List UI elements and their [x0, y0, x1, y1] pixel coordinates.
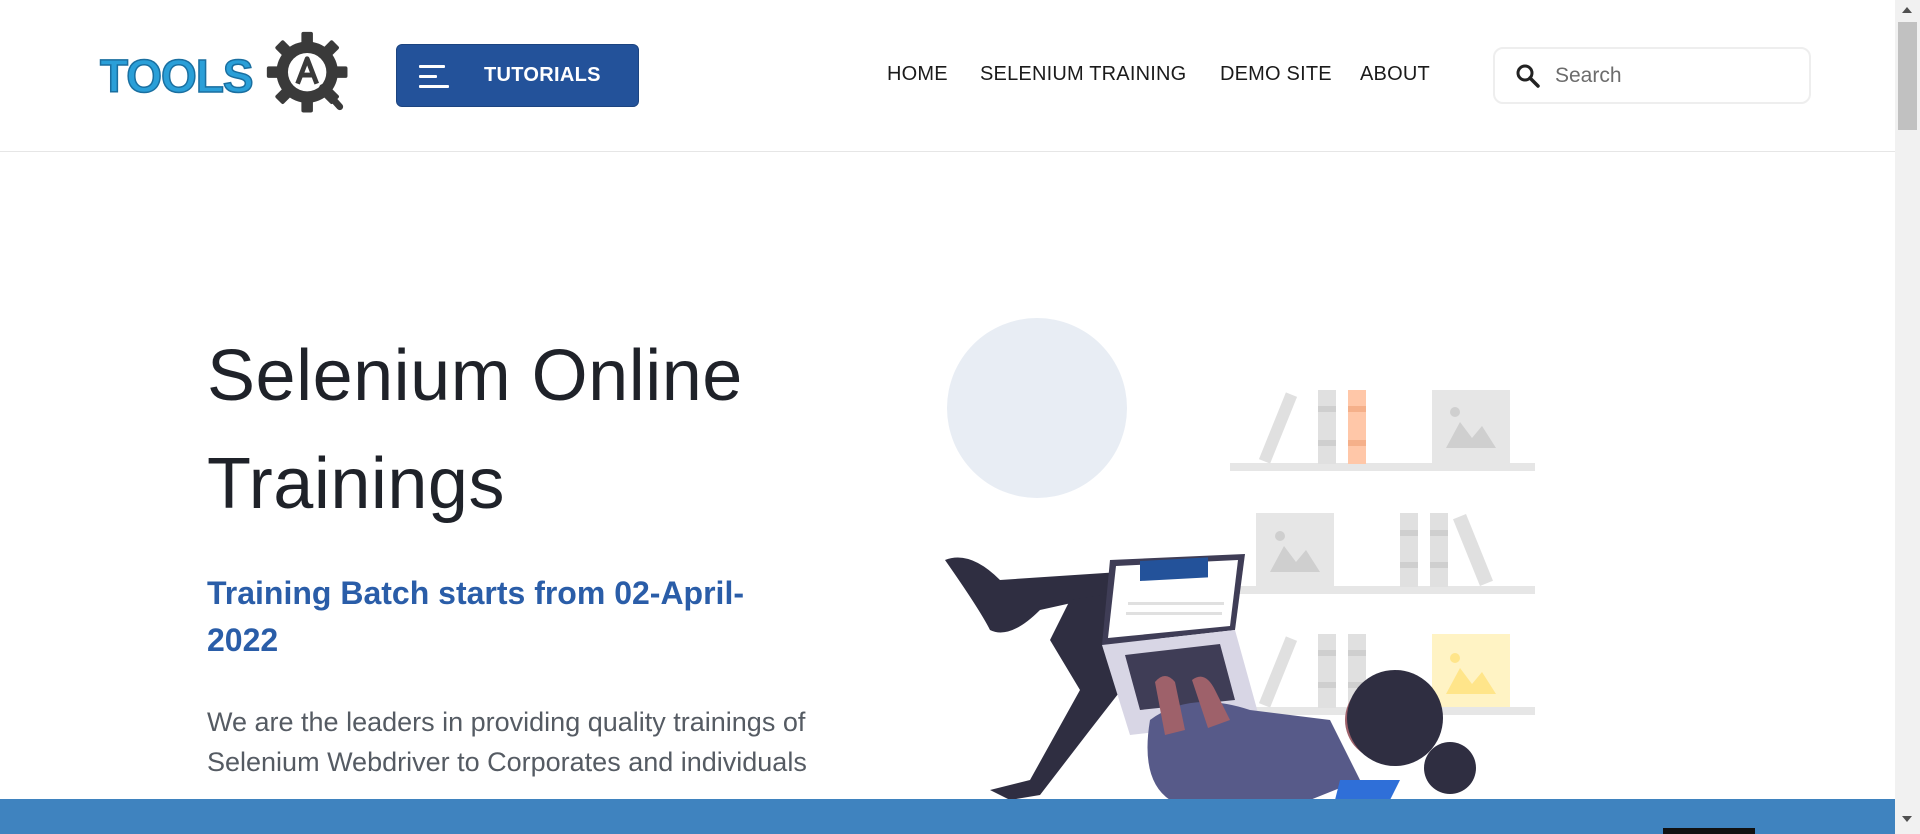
- scroll-thumb[interactable]: [1898, 22, 1917, 130]
- tutorials-button[interactable]: TUTORIALS: [396, 44, 639, 107]
- bottom-banner: [0, 799, 1895, 834]
- site-logo[interactable]: TOOLS: [99, 28, 360, 124]
- hero-title-line2: Trainings: [207, 444, 505, 524]
- training-batch-subtitle: Training Batch starts from 02-April-2022: [207, 575, 744, 658]
- nav-about[interactable]: ABOUT: [1360, 63, 1430, 86]
- logo-text: TOOLS: [99, 50, 254, 102]
- nav-demo-site[interactable]: DEMO SITE: [1220, 63, 1332, 86]
- tutorials-label: TUTORIALS: [484, 64, 601, 86]
- scroll-down-arrow-icon[interactable]: [1902, 816, 1912, 822]
- hero-description: We are the leaders in providing quality …: [207, 707, 807, 777]
- scroll-up-arrow-icon[interactable]: [1902, 7, 1912, 13]
- hamburger-icon: [419, 65, 449, 89]
- site-header: TOOLS TUTORIALS HOME SELENIUM TRAINING D…: [0, 0, 1895, 152]
- search-icon[interactable]: [1515, 63, 1541, 89]
- search-box: [1493, 47, 1811, 104]
- hero-title: Selenium Online Trainings: [207, 322, 807, 538]
- banner-action-button[interactable]: [1663, 828, 1755, 834]
- hero-title-line1: Selenium Online: [207, 336, 743, 416]
- gear-icon: [266, 31, 348, 113]
- nav-selenium-training[interactable]: SELENIUM TRAINING: [980, 63, 1186, 86]
- search-input[interactable]: [1555, 59, 1795, 93]
- page-scrollbar[interactable]: [1895, 0, 1920, 834]
- nav-home[interactable]: HOME: [887, 63, 948, 86]
- hero-illustration: [945, 318, 1535, 800]
